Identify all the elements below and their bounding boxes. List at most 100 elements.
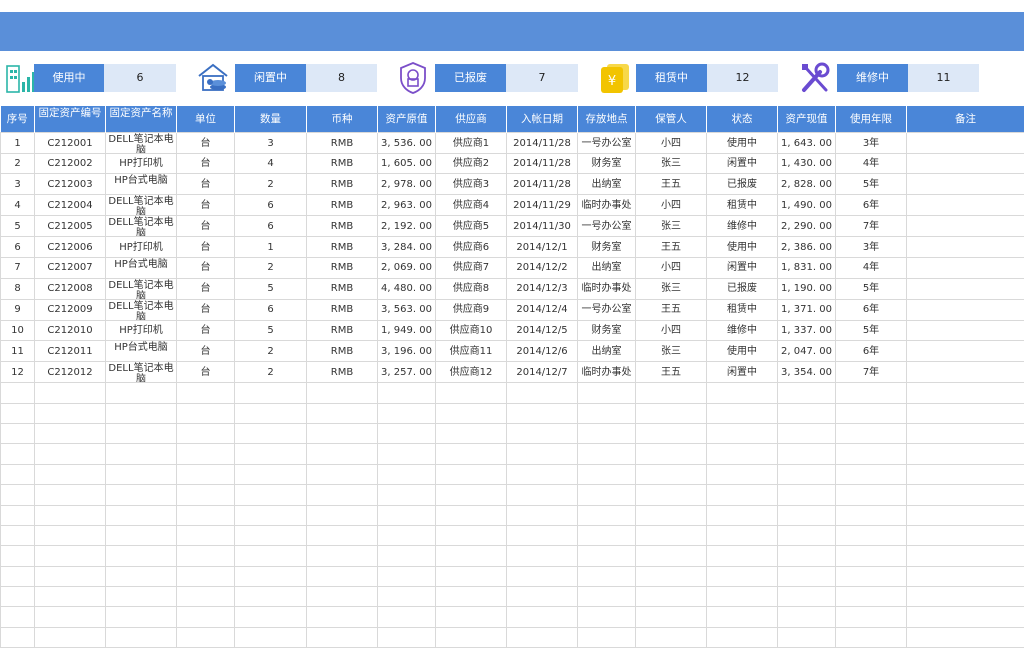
empty-cell[interactable] [307, 485, 378, 505]
empty-cell[interactable] [106, 403, 177, 423]
table-cell-custodian[interactable]: 张三 [636, 216, 707, 237]
table-cell-service-life[interactable]: 6年 [836, 299, 907, 320]
empty-cell[interactable] [1, 587, 35, 607]
empty-row[interactable] [1, 587, 1024, 607]
table-cell-quantity[interactable]: 1 [235, 237, 307, 257]
table-cell-status[interactable]: 租赁中 [707, 195, 778, 216]
empty-cell[interactable] [1, 444, 35, 464]
empty-cell[interactable] [307, 525, 378, 545]
empty-cell[interactable] [307, 546, 378, 566]
table-cell-unit[interactable]: 台 [177, 216, 235, 237]
empty-cell[interactable] [436, 566, 507, 586]
table-cell-unit[interactable]: 台 [177, 154, 235, 174]
empty-cell[interactable] [307, 607, 378, 627]
header-col-asset-code[interactable]: 固定资产编号 [35, 106, 106, 133]
table-cell-custodian[interactable]: 小四 [636, 257, 707, 278]
table-cell-original-value[interactable]: 2, 978. 00 [378, 174, 436, 195]
table-cell-supplier[interactable]: 供应商2 [436, 154, 507, 174]
table-cell-asset-name[interactable]: HP打印机 [106, 237, 177, 257]
table-cell-current-value[interactable]: 1, 337. 00 [778, 320, 836, 340]
empty-cell[interactable] [507, 546, 578, 566]
empty-cell[interactable] [707, 423, 778, 443]
table-cell-current-value[interactable]: 1, 643. 00 [778, 133, 836, 154]
empty-cell[interactable] [578, 505, 636, 525]
table-row[interactable]: 11C212011HP台式电脑台2RMB3, 196. 00供应商112014/… [1, 341, 1024, 362]
empty-cell[interactable] [378, 383, 436, 403]
table-cell-supplier[interactable]: 供应商3 [436, 174, 507, 195]
table-cell-location[interactable]: 出纳室 [578, 174, 636, 195]
empty-cell[interactable] [35, 525, 106, 545]
table-cell-remarks[interactable] [907, 320, 1024, 340]
table-cell-service-life[interactable]: 6年 [836, 195, 907, 216]
empty-cell[interactable] [707, 464, 778, 484]
table-cell-index[interactable]: 4 [1, 195, 35, 216]
table-cell-remarks[interactable] [907, 195, 1024, 216]
empty-cell[interactable] [1, 525, 35, 545]
header-col-location[interactable]: 存放地点 [578, 106, 636, 133]
table-cell-original-value[interactable]: 3, 563. 00 [378, 299, 436, 320]
table-cell-asset-code[interactable]: C212004 [35, 195, 106, 216]
empty-cell[interactable] [177, 525, 235, 545]
empty-cell[interactable] [1, 627, 35, 647]
table-cell-custodian[interactable]: 小四 [636, 133, 707, 154]
empty-cell[interactable] [836, 587, 907, 607]
empty-cell[interactable] [707, 383, 778, 403]
empty-cell[interactable] [907, 587, 1024, 607]
table-cell-current-value[interactable]: 2, 290. 00 [778, 216, 836, 237]
table-cell-status[interactable]: 闲置中 [707, 362, 778, 383]
empty-cell[interactable] [235, 464, 307, 484]
empty-cell[interactable] [436, 464, 507, 484]
table-cell-entry-date[interactable]: 2014/12/4 [507, 299, 578, 320]
table-cell-currency[interactable]: RMB [307, 237, 378, 257]
table-cell-current-value[interactable]: 2, 047. 00 [778, 341, 836, 362]
table-cell-status[interactable]: 闲置中 [707, 257, 778, 278]
table-cell-service-life[interactable]: 5年 [836, 320, 907, 340]
header-col-custodian[interactable]: 保管人 [636, 106, 707, 133]
table-cell-location[interactable]: 一号办公室 [578, 299, 636, 320]
empty-cell[interactable] [378, 444, 436, 464]
header-col-asset-name[interactable]: 固定资产名称 [106, 106, 177, 133]
empty-cell[interactable] [35, 627, 106, 647]
empty-cell[interactable] [235, 505, 307, 525]
empty-cell[interactable] [778, 383, 836, 403]
empty-cell[interactable] [378, 464, 436, 484]
table-cell-entry-date[interactable]: 2014/12/2 [507, 257, 578, 278]
table-cell-unit[interactable]: 台 [177, 195, 235, 216]
empty-cell[interactable] [35, 485, 106, 505]
empty-cell[interactable] [778, 546, 836, 566]
empty-cell[interactable] [378, 485, 436, 505]
table-cell-currency[interactable]: RMB [307, 278, 378, 299]
table-cell-original-value[interactable]: 3, 196. 00 [378, 341, 436, 362]
table-cell-current-value[interactable]: 2, 386. 00 [778, 237, 836, 257]
table-cell-original-value[interactable]: 1, 949. 00 [378, 320, 436, 340]
empty-cell[interactable] [507, 607, 578, 627]
table-cell-original-value[interactable]: 1, 605. 00 [378, 154, 436, 174]
table-cell-quantity[interactable]: 2 [235, 174, 307, 195]
empty-cell[interactable] [836, 525, 907, 545]
empty-cell[interactable] [436, 403, 507, 423]
table-cell-quantity[interactable]: 6 [235, 195, 307, 216]
table-cell-remarks[interactable] [907, 341, 1024, 362]
table-cell-asset-name[interactable]: HP台式电脑 [106, 174, 177, 195]
empty-cell[interactable] [907, 627, 1024, 647]
table-cell-index[interactable]: 2 [1, 154, 35, 174]
table-cell-original-value[interactable]: 2, 069. 00 [378, 257, 436, 278]
empty-cell[interactable] [507, 627, 578, 647]
empty-cell[interactable] [578, 627, 636, 647]
header-col-supplier[interactable]: 供应商 [436, 106, 507, 133]
table-cell-entry-date[interactable]: 2014/12/6 [507, 341, 578, 362]
table-cell-service-life[interactable]: 4年 [836, 154, 907, 174]
table-cell-status[interactable]: 已报废 [707, 174, 778, 195]
table-cell-remarks[interactable] [907, 278, 1024, 299]
empty-cell[interactable] [378, 525, 436, 545]
table-cell-current-value[interactable]: 2, 828. 00 [778, 174, 836, 195]
empty-cell[interactable] [907, 546, 1024, 566]
empty-cell[interactable] [106, 566, 177, 586]
table-cell-current-value[interactable]: 3, 354. 00 [778, 362, 836, 383]
table-cell-location[interactable]: 临时办事处 [578, 362, 636, 383]
table-cell-remarks[interactable] [907, 133, 1024, 154]
table-cell-index[interactable]: 1 [1, 133, 35, 154]
table-cell-original-value[interactable]: 2, 192. 00 [378, 216, 436, 237]
empty-cell[interactable] [636, 383, 707, 403]
table-cell-remarks[interactable] [907, 154, 1024, 174]
